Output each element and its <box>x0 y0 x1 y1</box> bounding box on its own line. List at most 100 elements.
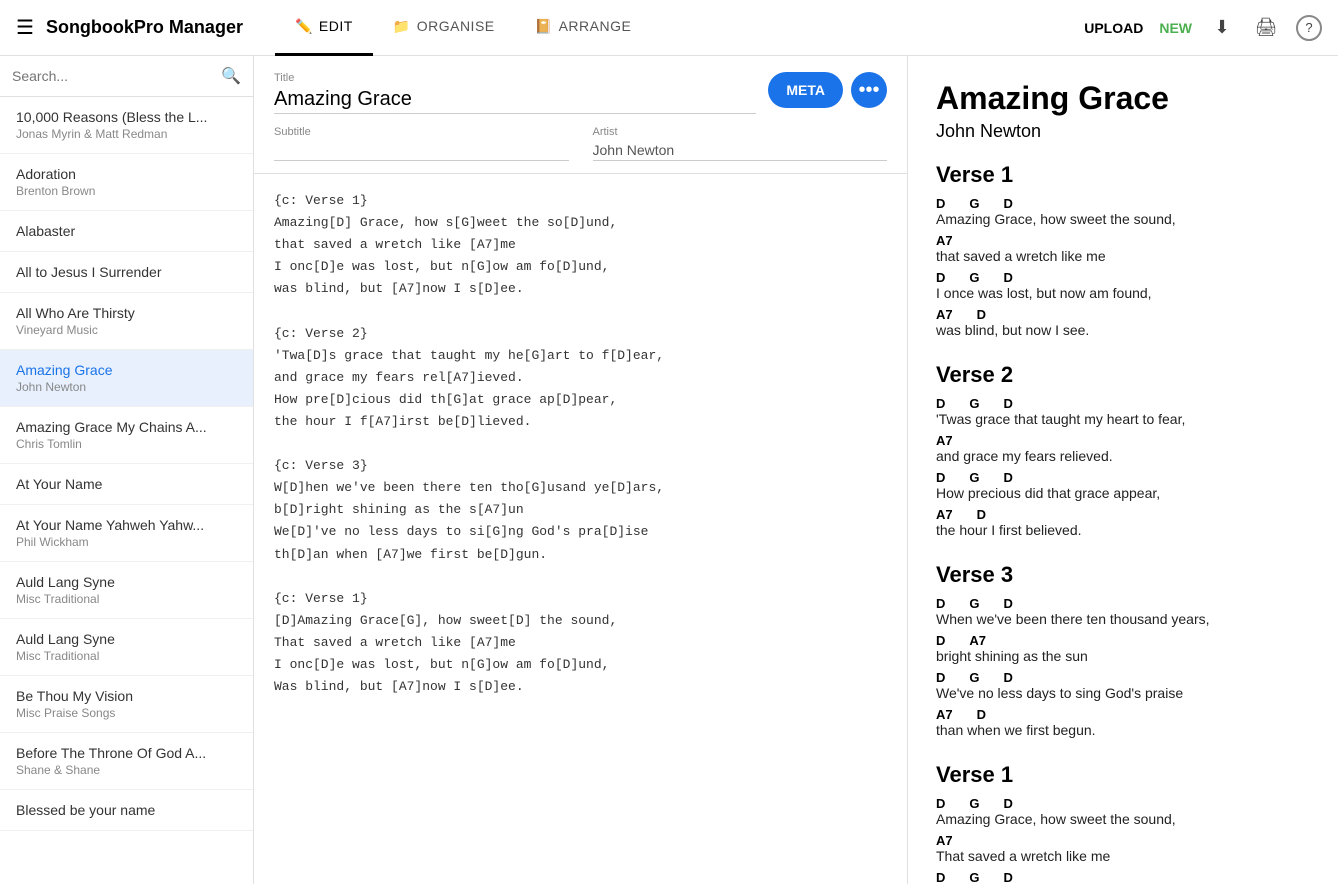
subtitle-field: Subtitle <box>274 126 569 161</box>
chord: D <box>936 870 945 884</box>
chord: D <box>936 633 945 648</box>
preview-title: Amazing Grace <box>936 80 1310 117</box>
chord: G <box>969 396 979 411</box>
song-title: Auld Lang Syne <box>16 574 237 590</box>
verse-block: DGDWhen we've been there ten thousand ye… <box>936 596 1310 627</box>
verse-block: DGDI once was lost, but now am found, <box>936 870 1310 884</box>
artist-label: Artist <box>593 126 888 138</box>
chord-row: DGD <box>936 396 1310 411</box>
song-title: At Your Name <box>16 476 237 492</box>
tab-arrange[interactable]: 📔 ARRANGE <box>515 0 652 56</box>
artist-field: Artist <box>593 126 888 161</box>
list-item[interactable]: At Your Name <box>0 464 253 505</box>
verse-heading: Verse 1 <box>936 762 1310 788</box>
chord: D <box>1004 796 1013 811</box>
lyric-line: 'Twas grace that taught my heart to fear… <box>936 411 1310 427</box>
verse-section: Verse 2DGD'Twas grace that taught my hea… <box>936 362 1310 538</box>
title-input[interactable] <box>274 86 756 114</box>
list-item[interactable]: AdorationBrenton Brown <box>0 154 253 211</box>
verse-section: Verse 1DGDAmazing Grace, how sweet the s… <box>936 762 1310 884</box>
new-button[interactable]: NEW <box>1159 20 1192 36</box>
upload-button[interactable]: UPLOAD <box>1084 20 1143 36</box>
search-icon: 🔍 <box>221 66 241 86</box>
chord: D <box>1004 596 1013 611</box>
editor-title-fields: Title <box>274 72 756 114</box>
edit-icon: ✏️ <box>295 18 313 35</box>
list-item[interactable]: All to Jesus I Surrender <box>0 252 253 293</box>
list-item[interactable]: Amazing Grace My Chains A...Chris Tomlin <box>0 407 253 464</box>
list-item[interactable]: Blessed be your name <box>0 790 253 831</box>
verse-block: A7Dthe hour I first believed. <box>936 507 1310 538</box>
lyric-line: When we've been there ten thousand years… <box>936 611 1310 627</box>
song-artist: Jonas Myrin & Matt Redman <box>16 127 237 141</box>
song-title: All to Jesus I Surrender <box>16 264 237 280</box>
verse-heading: Verse 1 <box>936 162 1310 188</box>
list-item[interactable]: Alabaster <box>0 211 253 252</box>
editor-actions: META ••• <box>768 72 887 108</box>
chord: D <box>936 196 945 211</box>
nav-tabs: ✏️ EDIT 📁 ORGANISE 📔 ARRANGE <box>275 0 1076 56</box>
meta-button[interactable]: META <box>768 72 843 108</box>
chord-row: DGD <box>936 470 1310 485</box>
chord-row: DGD <box>936 796 1310 811</box>
top-navigation: ☰ SongbookPro Manager ✏️ EDIT 📁 ORGANISE… <box>0 0 1338 56</box>
verse-block: DGDI once was lost, but now am found, <box>936 270 1310 301</box>
tab-edit[interactable]: ✏️ EDIT <box>275 0 373 56</box>
chord: D <box>977 307 986 322</box>
chord: D <box>977 707 986 722</box>
app-title: SongbookPro Manager <box>46 17 243 38</box>
preview-verses: Verse 1 DGDAmazing Grace, how sweet the s… <box>936 162 1310 884</box>
preview-artist: John Newton <box>936 121 1310 142</box>
song-title: Before The Throne Of God A... <box>16 745 237 761</box>
chord: A7 <box>969 633 986 648</box>
song-artist: Misc Traditional <box>16 649 237 663</box>
chord: G <box>969 596 979 611</box>
song-artist: John Newton <box>16 380 237 394</box>
list-item[interactable]: All Who Are ThirstyVineyard Music <box>0 293 253 350</box>
editor-subtitle-row: Subtitle Artist <box>274 126 887 161</box>
chord: G <box>969 470 979 485</box>
chord-row: A7 <box>936 233 1310 248</box>
subtitle-label: Subtitle <box>274 126 569 138</box>
song-artist: Shane & Shane <box>16 763 237 777</box>
print-button[interactable]: 🖨 <box>1252 14 1280 42</box>
search-input[interactable] <box>12 68 213 84</box>
editor-title-row: Title META ••• <box>274 72 887 114</box>
menu-icon[interactable]: ☰ <box>16 15 34 40</box>
artist-input[interactable] <box>593 140 888 161</box>
list-item[interactable]: Be Thou My VisionMisc Praise Songs <box>0 676 253 733</box>
preview-panel: Amazing Grace John Newton Verse 1 DGDAmaz… <box>908 56 1338 884</box>
list-item[interactable]: Before The Throne Of God A... Shane & Sha… <box>0 733 253 790</box>
chord: D <box>936 270 945 285</box>
subtitle-input[interactable] <box>274 140 569 161</box>
verse-block: DGDAmazing Grace, how sweet the sound, <box>936 196 1310 227</box>
help-button[interactable]: ? <box>1296 15 1322 41</box>
chord-row: DGD <box>936 270 1310 285</box>
chord: D <box>1004 396 1013 411</box>
editor-body[interactable]: {c: Verse 1} Amazing[D] Grace, how s[G]w… <box>254 174 907 884</box>
chord: D <box>1004 670 1013 685</box>
verse-heading: Verse 3 <box>936 562 1310 588</box>
list-item[interactable]: Amazing GraceJohn Newton <box>0 350 253 407</box>
chord: A7 <box>936 707 953 722</box>
chord-row: A7D <box>936 307 1310 322</box>
download-button[interactable]: ⬇ <box>1208 14 1236 42</box>
lyric-line: We've no less days to sing God's praise <box>936 685 1310 701</box>
tab-organise[interactable]: 📁 ORGANISE <box>373 0 515 56</box>
lyric-line: bright shining as the sun <box>936 648 1310 664</box>
list-item[interactable]: 10,000 Reasons (Bless the L...Jonas Myri… <box>0 97 253 154</box>
more-button[interactable]: ••• <box>851 72 887 108</box>
list-item[interactable]: At Your Name Yahweh Yahw...Phil Wickham <box>0 505 253 562</box>
chord-row: A7 <box>936 833 1310 848</box>
song-title: Amazing Grace My Chains A... <box>16 419 237 435</box>
chord: D <box>936 670 945 685</box>
lyric-line: was blind, but now I see. <box>936 322 1310 338</box>
list-item[interactable]: Auld Lang SyneMisc Traditional <box>0 619 253 676</box>
song-artist: Phil Wickham <box>16 535 237 549</box>
verse-block: A7That saved a wretch like me <box>936 833 1310 864</box>
chord: A7 <box>936 433 953 448</box>
list-item[interactable]: Auld Lang SyneMisc Traditional <box>0 562 253 619</box>
song-title: Adoration <box>16 166 237 182</box>
chord-row: A7 D <box>936 707 1310 722</box>
chord: G <box>969 796 979 811</box>
